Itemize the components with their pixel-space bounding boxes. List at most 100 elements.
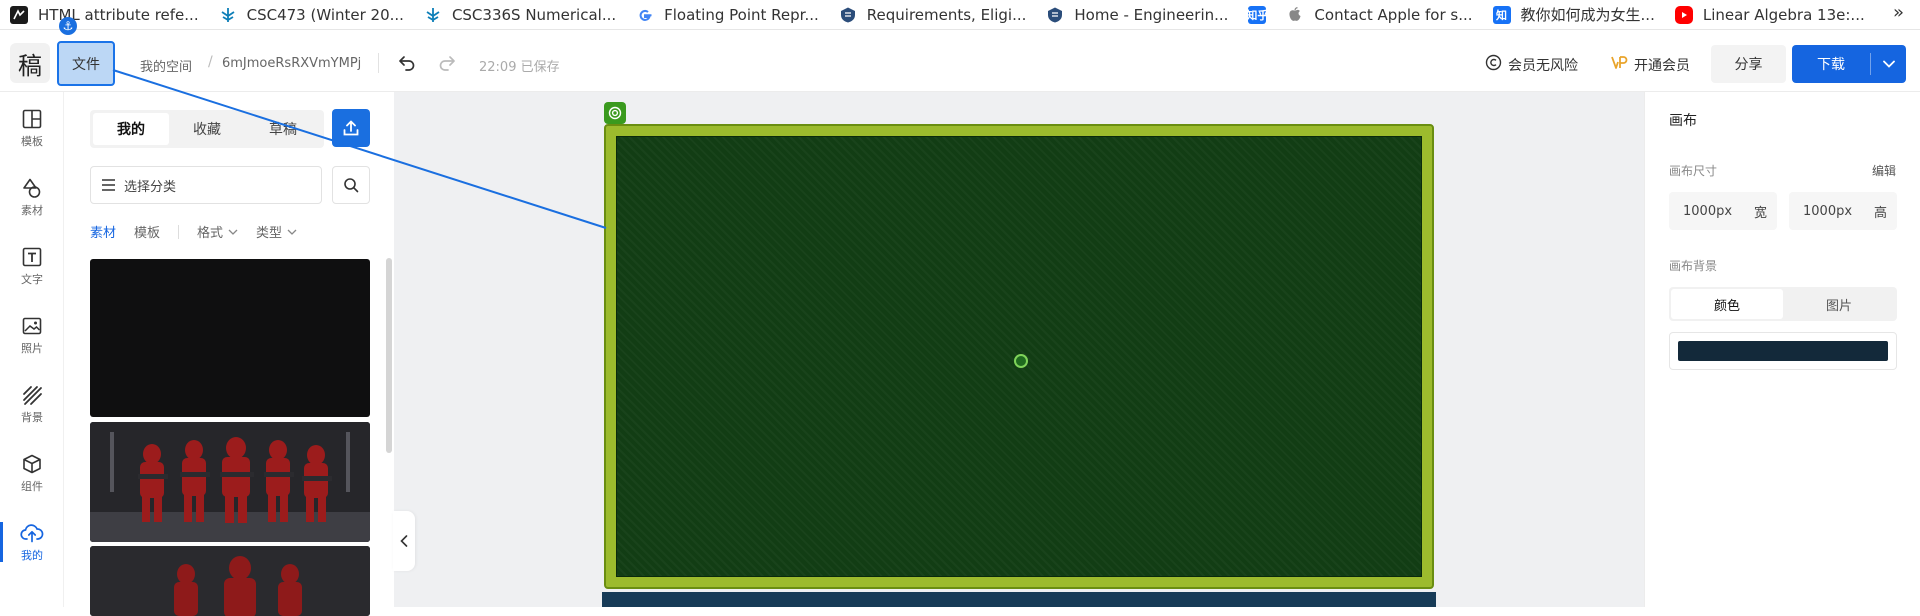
bg-tab-color[interactable]: 颜色 [1671, 289, 1783, 319]
bookmarks-bar: HTML attribute refe... CSC473 (Winter 20.… [0, 0, 1920, 30]
bookmark-label: Requirements, Eligi... [866, 5, 1027, 24]
height-unit-label: 高 [1873, 205, 1887, 221]
bookmark-item[interactable]: Home - Engineerin... [1036, 0, 1238, 30]
rail-label: 素材 [21, 203, 43, 217]
search-button[interactable] [332, 166, 370, 204]
file-menu-button[interactable]: 文件 [57, 41, 115, 86]
canvas-bg-label: 画布背景 [1669, 259, 1718, 273]
bookmark-item[interactable]: Linear Algebra 13e:... [1665, 0, 1875, 30]
rail-label: 我的 [21, 548, 43, 562]
bg-color-picker[interactable] [1669, 332, 1897, 370]
filter-format-label: 格式 [197, 226, 224, 241]
canvas-size-label: 画布尺寸 [1669, 164, 1718, 178]
document-name[interactable]: 6mJmoeRsRXVmYMPj [222, 56, 361, 71]
rail-label: 文字 [21, 272, 43, 286]
filter-type-label: 类型 [256, 226, 283, 241]
chevron-left-icon [400, 535, 408, 547]
open-member-link[interactable]: 开通会员 [1610, 54, 1690, 75]
rail-item-photo[interactable]: 照片 [0, 307, 64, 363]
rail-label: 照片 [21, 341, 43, 355]
width-unit-label: 宽 [1753, 205, 1767, 221]
bookmark-item[interactable]: Floating Point Repr... [626, 0, 829, 30]
bookmark-item[interactable]: 知教你如何成为女生... [1483, 0, 1665, 30]
category-placeholder: 选择分类 [124, 179, 177, 195]
bookmark-label: 教你如何成为女生... [1520, 6, 1655, 24]
bookmark-item[interactable]: CSC336S Numerical... [414, 0, 626, 30]
photo-icon [22, 317, 42, 334]
bookmark-item[interactable]: HTML attribute refe... [0, 0, 209, 30]
google-icon [636, 6, 654, 24]
app-logo[interactable]: 稿 [10, 43, 50, 83]
asset-thumbnail[interactable] [90, 259, 370, 417]
assets-scrollbar[interactable] [386, 258, 392, 453]
chevron-down-icon[interactable] [1871, 60, 1906, 68]
template-icon [22, 109, 42, 128]
bg-color-swatch [1678, 341, 1888, 361]
bookmarks-overflow-icon[interactable]: » [1893, 2, 1904, 23]
uoft-crest-icon [1046, 6, 1064, 24]
target-icon[interactable] [604, 102, 626, 124]
redo-icon[interactable] [434, 49, 460, 75]
rail-label: 背景 [21, 410, 43, 424]
filter-type[interactable]: 类型 [256, 222, 297, 241]
tab-mine[interactable]: 我的 [93, 113, 169, 145]
bg-tab-image[interactable]: 图片 [1783, 289, 1895, 319]
vip-icon [1610, 54, 1628, 75]
rail-item-template[interactable]: 模板 [0, 100, 64, 156]
open-member-label: 开通会员 [1634, 57, 1690, 74]
asset-thumbnail[interactable] [90, 422, 370, 542]
edit-size-link[interactable]: 编辑 [1872, 162, 1896, 179]
collapse-panel-button[interactable] [393, 511, 415, 571]
bookmark-item[interactable]: Contact Apple for s... [1276, 0, 1482, 30]
youtube-icon [1674, 5, 1693, 24]
download-label: 下载 [1817, 57, 1845, 73]
breadcrumb-my-space[interactable]: 我的空间 [140, 56, 192, 75]
filter-format[interactable]: 格式 [197, 222, 238, 241]
bookmark-item[interactable]: Requirements, Eligi... [829, 0, 1037, 30]
download-button[interactable]: 下载 [1792, 45, 1906, 83]
background-icon [23, 385, 42, 405]
rail-item-background[interactable]: 背景 [0, 376, 64, 432]
shapes-icon [23, 178, 41, 198]
height-input[interactable]: 1000px 高 [1789, 192, 1897, 230]
rail-item-material[interactable]: 素材 [0, 169, 64, 225]
asset-thumbnail[interactable] [90, 546, 370, 616]
bookmark-item[interactable]: 知乎 [1238, 0, 1276, 30]
apple-icon [1286, 6, 1304, 24]
toolbar-divider [378, 53, 379, 73]
filter-template[interactable]: 模板 [134, 222, 160, 241]
upload-icon [343, 120, 359, 136]
rail-item-mine[interactable]: 我的 [0, 514, 64, 570]
upload-button[interactable] [332, 109, 370, 147]
armored-soldiers-image [90, 546, 370, 616]
filter-material[interactable]: 素材 [90, 222, 116, 241]
canvas-stage[interactable] [394, 92, 1644, 607]
zhihu-icon: 知 [1492, 5, 1511, 24]
tab-drafts[interactable]: 草稿 [245, 113, 321, 145]
uoft-crest-icon [839, 6, 857, 24]
center-anchor-point[interactable] [1014, 354, 1028, 368]
undo-icon[interactable] [394, 49, 420, 75]
rail-item-text[interactable]: 文字 [0, 238, 64, 294]
cloud-upload-icon [20, 523, 44, 542]
bookmark-item[interactable]: CSC473 (Winter 20... [209, 0, 414, 30]
bookmark-label: Linear Algebra 13e:... [1702, 5, 1865, 24]
anchor-icon[interactable]: ⚓ [59, 17, 77, 35]
left-nav-rail: 模板 素材 文字 照片 背景 组件 我的 [0, 92, 64, 607]
assets-tabs: 我的 收藏 草稿 [90, 110, 324, 148]
tab-favorites[interactable]: 收藏 [169, 113, 245, 145]
member-risk-free-link[interactable]: 会员无风险 [1485, 54, 1578, 75]
width-input[interactable]: 1000px 宽 [1669, 192, 1777, 230]
bookmark-label: Contact Apple for s... [1314, 5, 1473, 24]
rail-item-component[interactable]: 组件 [0, 445, 64, 501]
width-value: 1000px [1683, 203, 1733, 219]
assets-panel: 我的 收藏 草稿 选择分类 素材 模板 格式 类型 [64, 92, 394, 616]
share-button[interactable]: 分享 [1711, 45, 1786, 83]
bookmark-label: CSC336S Numerical... [451, 5, 617, 24]
search-icon [344, 178, 359, 193]
category-select[interactable]: 选择分类 [90, 166, 322, 204]
zhihu-small-icon: 知乎 [1246, 5, 1268, 24]
chevron-down-icon [287, 229, 297, 235]
bookmark-label: Home - Engineerin... [1074, 5, 1229, 24]
menu-icon [102, 179, 115, 191]
